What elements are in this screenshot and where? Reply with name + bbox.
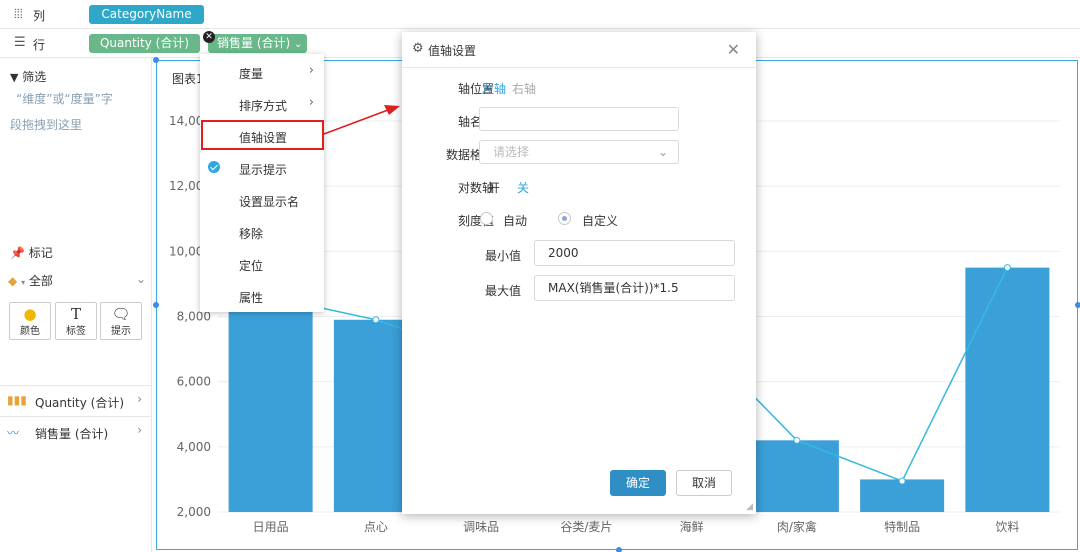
min-input[interactable]: 2000 [534, 240, 735, 266]
menu-item-label: 设置显示名 [239, 195, 300, 209]
highlight-box [201, 120, 324, 150]
chevron-right-icon: › [308, 63, 314, 78]
menu-item-show-tooltip[interactable]: 显示提示 [200, 152, 324, 184]
scale-auto-label: 自动 [503, 214, 528, 228]
bar-quantity [965, 267, 1050, 512]
menu-item-label: 属性 [239, 291, 264, 305]
bar-quantity [228, 300, 313, 512]
max-input[interactable]: MAX(销售量(合计))*1.5 [534, 275, 735, 301]
max-label: 最大值 [485, 284, 522, 298]
menu-item-locate[interactable]: 定位 [200, 248, 324, 280]
axis-name-input[interactable] [479, 107, 679, 131]
dialog-header: ⚙ 值轴设置 ✕ [402, 32, 756, 68]
check-icon [208, 161, 220, 173]
x-tick-label: 点心 [364, 520, 388, 534]
gear-icon: ⚙ [412, 41, 424, 56]
menu-item-label: 显示提示 [239, 163, 288, 177]
data-format-select[interactable]: 请选择 ⌄ [479, 140, 679, 164]
x-tick-label: 特制品 [884, 519, 920, 534]
cancel-button[interactable]: 取消 [676, 470, 732, 496]
log-axis-off[interactable]: 关 [517, 179, 529, 196]
menu-item-measure[interactable]: 度量 › [200, 56, 324, 88]
min-label: 最小值 [485, 249, 522, 263]
y-tick-label: 6,000 [177, 375, 211, 389]
context-menu: 度量 › 排序方式 › 值轴设置 显示提示 设置显示名 移除 定位 属性 [200, 54, 324, 312]
chart-title: 图表1 [172, 72, 204, 86]
axis-right-option[interactable]: 右轴 [512, 80, 536, 97]
menu-item-properties[interactable]: 属性 [200, 280, 324, 312]
line-point [898, 477, 906, 485]
x-tick-label: 谷类/麦片 [560, 520, 612, 534]
scale-auto-radio[interactable] [480, 212, 493, 225]
axis-left-option[interactable]: 左轴 [482, 80, 506, 97]
menu-item-display-name[interactable]: 设置显示名 [200, 184, 324, 216]
x-tick-label: 海鲜 [680, 519, 704, 534]
scale-custom-radio[interactable] [558, 212, 571, 225]
line-point [1003, 264, 1011, 272]
log-axis-on[interactable]: 开 [488, 179, 500, 196]
menu-item-label: 排序方式 [239, 99, 288, 113]
scale-custom-label: 自定义 [582, 214, 619, 228]
data-format-placeholder: 请选择 [493, 145, 530, 159]
chevron-down-icon: ⌄ [657, 145, 668, 159]
dialog-title: 值轴设置 [428, 44, 477, 58]
y-tick-label: 4,000 [177, 440, 211, 454]
confirm-button[interactable]: 确定 [610, 470, 666, 496]
x-tick-label: 饮料 [995, 520, 1019, 534]
chevron-right-icon: › [308, 95, 314, 110]
x-tick-label: 日用品 [253, 520, 289, 534]
close-icon[interactable]: ✕ [727, 40, 740, 59]
line-point [793, 436, 801, 444]
menu-item-label: 度量 [239, 67, 264, 81]
y-tick-label: 2,000 [177, 505, 211, 519]
x-tick-label: 调味品 [463, 520, 499, 534]
x-tick-label: 肉/家禽 [777, 519, 817, 534]
menu-item-remove[interactable]: 移除 [200, 216, 324, 248]
resize-grip-icon[interactable]: ◢ [746, 502, 753, 512]
log-axis-label: 对数轴 [457, 181, 494, 195]
value-axis-dialog: ⚙ 值轴设置 ✕ 轴位置 左轴 右轴 轴名称 数据格式 请选择 ⌄ 对数轴 开 … [402, 32, 756, 514]
menu-item-label: 移除 [239, 227, 264, 241]
line-point [372, 316, 380, 324]
menu-item-label: 定位 [239, 259, 264, 273]
menu-item-sort[interactable]: 排序方式 › [200, 88, 324, 120]
